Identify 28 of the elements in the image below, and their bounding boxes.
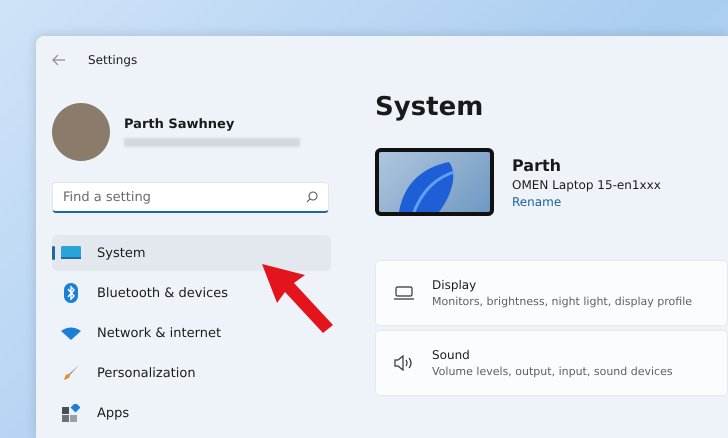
laptop-icon bbox=[394, 286, 414, 300]
nav-item[interactable]: Apps bbox=[52, 395, 331, 431]
nav-label: Network & internet bbox=[97, 326, 222, 340]
search-icon bbox=[306, 191, 318, 203]
device-model: OMEN Laptop 15-en1xxx bbox=[512, 178, 661, 192]
back-arrow-icon[interactable] bbox=[52, 54, 66, 66]
user-name: Parth Sawhney bbox=[124, 117, 236, 132]
speaker-icon bbox=[394, 355, 414, 371]
search-field[interactable]: Find a setting bbox=[52, 182, 329, 213]
settings-card[interactable]: Sound Volume levels, output, input, sound devices bbox=[375, 330, 728, 396]
nav-item[interactable]: Personalization bbox=[52, 355, 331, 391]
page-title: System bbox=[375, 92, 484, 122]
nav-label: Apps bbox=[97, 406, 130, 420]
apps-icon bbox=[62, 404, 80, 422]
device-name: Parth bbox=[512, 156, 562, 174]
bluetooth-icon bbox=[64, 283, 78, 303]
nav-label: System bbox=[97, 246, 146, 260]
nav-item[interactable]: Bluetooth & devices bbox=[52, 275, 331, 311]
monitor-icon bbox=[61, 246, 81, 260]
settings-card[interactable]: Display Monitors, brightness, night light, display profile bbox=[375, 260, 728, 326]
paintbrush-icon bbox=[62, 364, 80, 382]
window-title: Settings bbox=[88, 53, 138, 67]
nav-label: Personalization bbox=[97, 366, 196, 380]
wifi-icon bbox=[61, 326, 81, 340]
nav-item[interactable]: Network & internet bbox=[52, 315, 331, 351]
nav-item[interactable]: System bbox=[52, 235, 331, 271]
rename-link[interactable]: Rename bbox=[512, 194, 661, 208]
nav-label: Bluetooth & devices bbox=[97, 286, 228, 300]
